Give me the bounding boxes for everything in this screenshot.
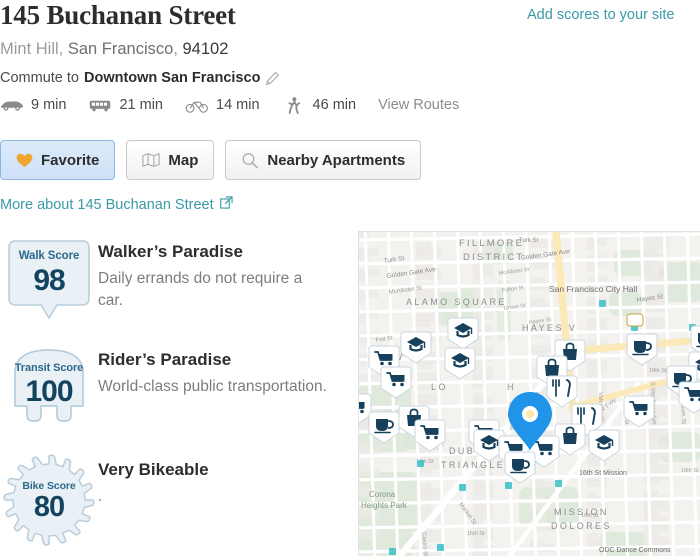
svg-text:TRIANGLE: TRIANGLE bbox=[441, 460, 505, 470]
transit-score-badge-wrap[interactable]: Transit Score 100 bbox=[0, 340, 98, 432]
bike-score-text: Very Bikeable . bbox=[98, 450, 209, 508]
map-button-label: Map bbox=[168, 151, 199, 169]
bike-score-title: Very Bikeable bbox=[98, 460, 209, 479]
bicycle-icon bbox=[185, 96, 209, 114]
transit-score-badge-label: Transit Score bbox=[14, 362, 84, 374]
svg-text:Heights Park: Heights Park bbox=[361, 501, 408, 510]
svg-text:LO: LO bbox=[431, 382, 448, 392]
walk-score-panel: Add scores to your site 145 Buchanan Str… bbox=[0, 0, 700, 556]
commute-modes-row: 9 min 21 min 14 min 46 min View Routes bbox=[0, 96, 459, 114]
commute-mode-bus-time: 21 min bbox=[119, 97, 163, 113]
add-scores-to-your-site-link[interactable]: Add scores to your site bbox=[527, 7, 675, 23]
external-link-icon bbox=[219, 196, 233, 213]
svg-text:16th St: 16th St bbox=[581, 513, 599, 519]
heart-icon bbox=[16, 153, 33, 168]
bus-icon bbox=[88, 96, 112, 114]
bike-score-description: . bbox=[98, 488, 103, 505]
nearby-apartments-button[interactable]: Nearby Apartments bbox=[225, 140, 422, 180]
svg-text:18th St: 18th St bbox=[649, 368, 667, 374]
commute-mode-car: 9 min bbox=[0, 96, 66, 114]
walk-score-badge-wrap[interactable]: Walk Score 98 bbox=[0, 232, 98, 322]
bike-score-badge-wrap[interactable]: Bike Score 80 bbox=[0, 450, 98, 546]
scores-list: Walk Score 98 Walker’s Paradise Daily er… bbox=[0, 232, 352, 550]
svg-text:ALAMO SQUARE: ALAMO SQUARE bbox=[406, 297, 507, 307]
svg-text:ODC Dance Commons: ODC Dance Commons bbox=[599, 547, 671, 554]
svg-text:Corona: Corona bbox=[369, 490, 396, 499]
commute-mode-bicycle: 14 min bbox=[185, 96, 260, 114]
page-title: 145 Buchanan Street bbox=[0, 0, 236, 30]
svg-text:DOLORES: DOLORES bbox=[551, 521, 612, 531]
svg-text:HAYES V: HAYES V bbox=[522, 323, 577, 333]
action-buttons-row: Favorite Map Nearby Apartments bbox=[0, 140, 422, 180]
commute-mode-car-time: 9 min bbox=[31, 97, 67, 113]
svg-text:DISTRICT: DISTRICT bbox=[463, 252, 524, 263]
svg-text:FILLMORE: FILLMORE bbox=[459, 238, 524, 249]
walk-score-description: Daily errands do not require a car. bbox=[98, 270, 303, 309]
svg-text:16th St Mission: 16th St Mission bbox=[579, 470, 627, 477]
score-row-walk: Walk Score 98 Walker’s Paradise Daily er… bbox=[0, 232, 352, 340]
commute-mode-bus: 21 min bbox=[88, 96, 163, 114]
nearby-amenities-map[interactable]: FILLMORE DISTRICT Turk St Golden Gate Ave Sa… bbox=[358, 231, 700, 556]
svg-text:San Francisco City Hall: San Francisco City Hall bbox=[549, 284, 637, 294]
svg-text:16th St: 16th St bbox=[681, 468, 699, 474]
commute-destination-label: Downtown San Francisco bbox=[83, 70, 261, 86]
neighborhood-label: Mint Hill bbox=[0, 40, 59, 58]
bike-score-value: 80 bbox=[33, 491, 65, 523]
walk-icon bbox=[282, 96, 306, 114]
svg-text:Turk St: Turk St bbox=[519, 238, 538, 244]
score-row-transit: Transit Score 100 Rider’s Paradise World… bbox=[0, 340, 352, 450]
car-icon bbox=[0, 96, 24, 114]
walk-score-badge[interactable]: Walk Score 98 bbox=[7, 236, 91, 322]
transit-score-description: World-class public transportation. bbox=[98, 378, 327, 395]
commute-destination-row: Commute to Downtown San Francisco bbox=[0, 70, 280, 86]
nearby-apartments-button-label: Nearby Apartments bbox=[267, 151, 406, 169]
svg-text:16th St: 16th St bbox=[467, 531, 485, 537]
svg-text:H: H bbox=[507, 382, 516, 392]
view-routes-link[interactable]: View Routes bbox=[378, 97, 459, 113]
walk-score-title: Walker’s Paradise bbox=[98, 242, 243, 261]
commute-mode-walk-time: 46 min bbox=[312, 97, 357, 113]
search-icon bbox=[241, 152, 259, 169]
zip-label: 94102 bbox=[182, 40, 229, 58]
commute-prefix-label: Commute to bbox=[0, 70, 79, 86]
bike-score-badge[interactable]: Bike Score 80 bbox=[3, 454, 95, 546]
pencil-icon[interactable] bbox=[265, 71, 280, 86]
more-about-link-label: More about 145 Buchanan Street bbox=[0, 196, 214, 213]
city-label: San Francisco bbox=[67, 40, 174, 58]
walk-score-badge-label: Walk Score bbox=[18, 250, 80, 262]
commute-mode-bicycle-time: 14 min bbox=[216, 97, 260, 113]
score-row-bike: Bike Score 80 Very Bikeable . bbox=[0, 450, 352, 550]
favorite-button-label: Favorite bbox=[41, 151, 100, 169]
transit-score-title: Rider’s Paradise bbox=[98, 350, 232, 369]
walk-score-value: 98 bbox=[33, 264, 65, 297]
address-subtitle: Mint Hill, San Francisco, 94102 bbox=[0, 40, 229, 58]
transit-score-value: 100 bbox=[25, 375, 73, 408]
map-icon bbox=[142, 152, 160, 168]
transit-score-text: Rider’s Paradise World-class public tran… bbox=[98, 340, 327, 398]
walk-score-text: Walker’s Paradise Daily errands do not r… bbox=[98, 232, 330, 312]
more-about-link[interactable]: More about 145 Buchanan Street bbox=[0, 196, 233, 213]
commute-mode-walk: 46 min bbox=[282, 96, 357, 114]
map-button[interactable]: Map bbox=[126, 140, 215, 180]
transit-score-badge[interactable]: Transit Score 100 bbox=[5, 344, 93, 432]
favorite-button[interactable]: Favorite bbox=[0, 140, 116, 180]
